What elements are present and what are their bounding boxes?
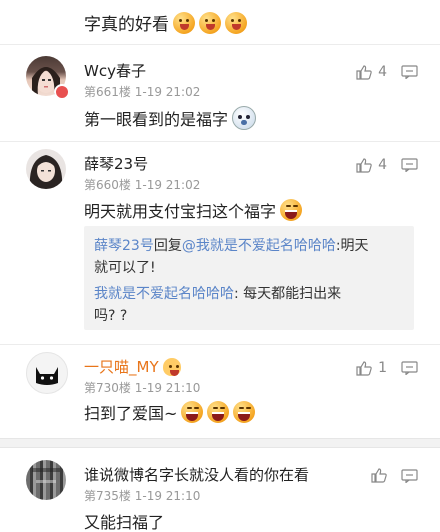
comment-meta: 第660楼 1-19 21:02: [84, 176, 200, 193]
laughing-emoji-icon: [233, 401, 256, 423]
laughing-emoji-icon: [280, 199, 303, 221]
comment-time: 1-19 21:10: [134, 381, 201, 395]
avatar[interactable]: [26, 149, 66, 189]
comment-body: 扫到了爱国~: [84, 400, 256, 424]
comment-text: 又能扫福了: [84, 513, 165, 532]
black-cat-avatar-icon: [36, 367, 58, 385]
comment-author[interactable]: 一只喵_MY: [84, 356, 159, 377]
reply-word: 回复: [153, 238, 182, 254]
top-comment-text: 字真的好看: [84, 10, 247, 35]
comment-item: 一只喵_MY 第730楼 1-19 21:10 扫到了爱国~ 1: [0, 348, 440, 428]
comment-actions: 4: [356, 64, 418, 80]
reply-text: 吗? ?: [94, 308, 128, 324]
comment-item: 谁说微博名字长就没人看的你在看 第735楼 1-19 21:10 又能扫福了: [0, 456, 440, 532]
like-count: 4: [378, 157, 387, 173]
reply-comment-icon[interactable]: [401, 65, 418, 79]
like-count: 1: [378, 360, 387, 376]
avatar[interactable]: [26, 460, 66, 500]
comment-author[interactable]: 谁说微博名字长就没人看的你在看: [84, 464, 309, 485]
avatar-face-icon: [29, 155, 63, 189]
like-button[interactable]: 1: [356, 360, 387, 376]
reply-comment-icon[interactable]: [401, 468, 418, 483]
comment-meta: 第730楼 1-19 21:10: [84, 379, 200, 396]
comment-body: 第一眼看到的是福字: [84, 106, 257, 130]
comment-floor: 第735楼: [84, 489, 131, 503]
comment-body: 明天就用支付宝扫这个福字: [84, 198, 303, 222]
comment-floor: 第661楼: [84, 85, 131, 99]
reply-author-link[interactable]: 薛琴23号: [94, 238, 154, 254]
reply-line: 薛琴23号回复@我就是不爱起名哈哈哈:明天: [94, 236, 369, 257]
comment-text: 明天就用支付宝扫这个福字: [84, 202, 277, 221]
grin-emoji-icon: [225, 11, 247, 34]
thumbs-up-icon: [356, 360, 372, 376]
comment-time: 1-19 21:02: [134, 178, 201, 192]
like-button[interactable]: 4: [356, 64, 387, 80]
comment-text: 第一眼看到的是福字: [84, 110, 229, 129]
comment-author[interactable]: 薛琴23号: [84, 153, 148, 174]
thumbs-up-icon: [356, 157, 372, 173]
reply-text: 就可以了!: [94, 260, 156, 276]
reply-mention-link[interactable]: @我就是不爱起名哈哈哈: [182, 238, 336, 254]
comment-meta: 第735楼 1-19 21:10: [84, 487, 200, 504]
comment-time: 1-19 21:02: [134, 85, 201, 99]
divider: [0, 44, 440, 45]
comment-floor: 第660楼: [84, 178, 131, 192]
reply-author-link[interactable]: 我就是不爱起名哈哈哈: [94, 286, 234, 302]
laughing-emoji-icon: [181, 401, 204, 423]
reply-line: 吗? ?: [94, 306, 127, 327]
avatar[interactable]: [26, 352, 68, 394]
comment-actions: 1: [356, 360, 418, 376]
divider: [0, 344, 440, 345]
like-button[interactable]: 4: [356, 157, 387, 173]
comment-body: 又能扫福了: [84, 509, 164, 532]
comment-text: 扫到了爱国~: [84, 404, 178, 423]
grin-emoji-icon: [173, 11, 195, 34]
comment-list-page: 字真的好看 Wcy春子 第661楼 1-19 21:02 第一眼看到的是福字 4…: [0, 0, 440, 532]
cat-emoji-icon: [162, 357, 181, 376]
grin-emoji-icon: [199, 11, 221, 34]
reply-line: 我就是不爱起名哈哈哈: 每天都能扫出来: [94, 284, 341, 305]
thumbs-up-icon[interactable]: [371, 468, 387, 483]
comment-author[interactable]: Wcy春子: [84, 60, 146, 81]
replies-box[interactable]: 薛琴23号回复@我就是不爱起名哈哈哈:明天 就可以了! 我就是不爱起名哈哈哈: …: [84, 226, 414, 330]
top-comment-body: 字真的好看: [84, 15, 169, 35]
like-count: 4: [378, 64, 387, 80]
reply-text: :明天: [335, 238, 369, 254]
comment-item: Wcy春子 第661楼 1-19 21:02 第一眼看到的是福字 4: [0, 52, 440, 142]
shy-emoji-icon: [232, 106, 257, 130]
comment-meta: 第661楼 1-19 21:02: [84, 83, 200, 100]
comment-actions: [371, 468, 418, 483]
comment-floor: 第730楼: [84, 381, 131, 395]
comment-actions: 4: [356, 157, 418, 173]
comment-time: 1-19 21:10: [134, 489, 201, 503]
reply-line: 就可以了!: [94, 258, 156, 279]
reply-comment-icon[interactable]: [401, 158, 418, 172]
reply-comment-icon[interactable]: [401, 361, 418, 375]
avatar-photo-icon: [32, 468, 60, 483]
comment-author-row: 一只喵_MY: [84, 356, 181, 377]
vip-badge-icon: [54, 84, 70, 100]
divider: [0, 141, 440, 142]
section-separator: [0, 438, 440, 448]
thumbs-up-icon: [356, 64, 372, 80]
reply-text: : 每天都能扫出来: [234, 286, 342, 302]
laughing-emoji-icon: [207, 401, 230, 423]
